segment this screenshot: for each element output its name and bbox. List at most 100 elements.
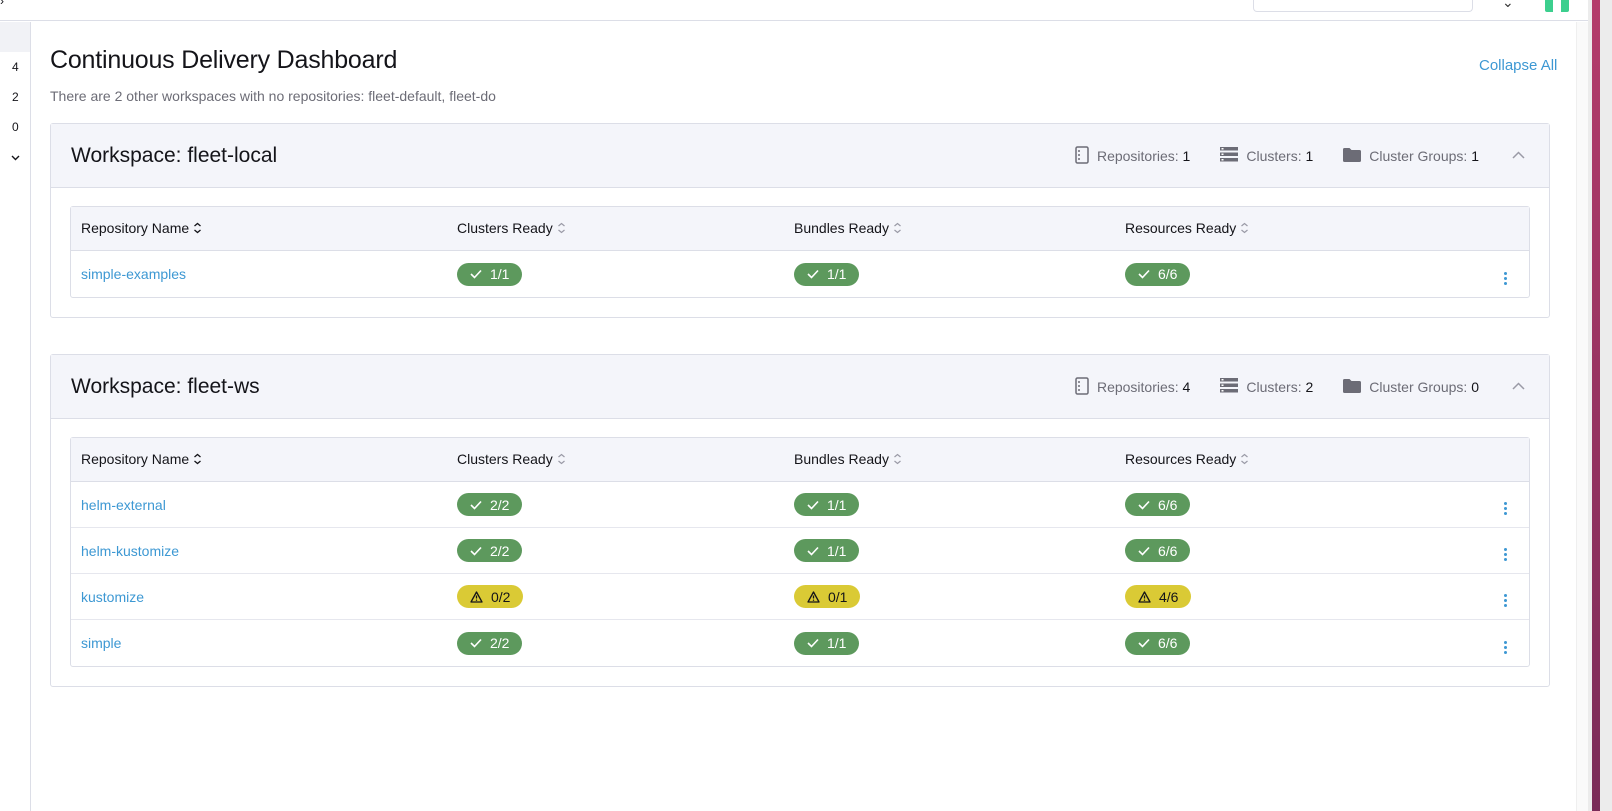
column-header-repository-name[interactable]: Repository Name (71, 207, 457, 251)
sort-icon[interactable] (893, 221, 902, 237)
check-icon (1138, 638, 1150, 648)
chevron-up-icon[interactable] (1509, 377, 1527, 395)
sort-icon[interactable] (1240, 452, 1249, 468)
table-header-row: Repository Name Clusters Ready Bundles R… (71, 438, 1529, 482)
kebab-menu-icon[interactable] (1498, 639, 1513, 656)
stat-value: 1 (1182, 148, 1191, 164)
kebab-menu-icon[interactable] (1498, 592, 1513, 609)
stat-clusters: Clusters: 1 (1220, 147, 1313, 165)
status-badge-text: 6/6 (1158, 542, 1178, 559)
status-badge-text: 1/1 (490, 266, 510, 282)
status-badge: 1/1 (794, 262, 860, 286)
table-cell: 1/1 (794, 251, 1125, 297)
folder-icon (1343, 147, 1362, 165)
status-badge-text: 0/1 (828, 588, 848, 605)
header-icon[interactable]: ⌄ (1502, 0, 1514, 11)
collapse-all-link[interactable]: Collapse All (1479, 57, 1557, 74)
workspace-title: Workspace: fleet-ws (71, 375, 260, 398)
check-icon (1138, 500, 1150, 510)
check-icon (470, 269, 482, 279)
table-cell: kustomize (71, 574, 457, 620)
workspace-stats: Repositories: 1 Clusters: 1 Cluster Grou… (1075, 124, 1479, 188)
workspace-header: Workspace: fleet-local Repositories: 1 C… (51, 124, 1549, 188)
chevron-up-icon[interactable] (1509, 146, 1527, 164)
table-cell: 6/6 (1125, 482, 1481, 528)
status-badge-text: 4/6 (1159, 588, 1179, 605)
rail-count: 2 (12, 90, 19, 104)
table-row: simple 2/2 1/1 6/6 (71, 620, 1529, 666)
kebab-menu-icon[interactable] (1498, 270, 1513, 287)
check-icon (807, 500, 819, 510)
repository-link[interactable]: simple-examples (81, 266, 186, 282)
status-badge: 6/6 (1125, 539, 1191, 562)
column-header-clusters-ready[interactable]: Clusters Ready (457, 207, 794, 251)
table-row: kustomize 0/2 0/1 4/6 (71, 574, 1529, 620)
table-cell: 1/1 (794, 528, 1125, 574)
column-header-actions (1481, 207, 1529, 251)
repository-icon (1075, 145, 1089, 167)
status-badge: 6/6 (1125, 631, 1191, 655)
check-icon (470, 638, 482, 648)
sort-icon[interactable] (193, 452, 202, 468)
page-title: Continuous Delivery Dashboard (50, 46, 398, 74)
stat-value: 2 (1305, 379, 1314, 395)
workspace-card: Workspace: fleet-ws Repositories: 4 Clus… (50, 354, 1550, 687)
stat-label: Cluster Groups: (1369, 379, 1468, 395)
column-header-label: Resources Ready (1125, 450, 1237, 467)
sort-icon[interactable] (557, 452, 566, 468)
repository-link[interactable]: simple (81, 635, 121, 651)
table-cell: 2/2 (457, 620, 794, 666)
table-cell: 2/2 (457, 482, 794, 528)
kebab-menu-icon[interactable] (1498, 500, 1513, 517)
table-cell: 2/2 (457, 528, 794, 574)
column-header-resources-ready[interactable]: Resources Ready (1125, 438, 1481, 482)
status-badge: 2/2 (457, 631, 523, 655)
column-header-bundles-ready[interactable]: Bundles Ready (794, 438, 1125, 482)
stat-label: Clusters: (1246, 148, 1302, 164)
repository-icon (1075, 376, 1089, 398)
sort-icon[interactable] (557, 221, 566, 237)
warning-icon (1138, 590, 1151, 603)
stat-value: 1 (1471, 148, 1479, 164)
column-header-bundles-ready[interactable]: Bundles Ready (794, 207, 1125, 251)
scrollbar[interactable] (1576, 22, 1588, 811)
repository-link[interactable]: helm-kustomize (81, 543, 179, 559)
repository-table: Repository Name Clusters Ready Bundles R… (70, 206, 1530, 298)
cluster-list-icon (1220, 147, 1239, 165)
column-header-resources-ready[interactable]: Resources Ready (1125, 207, 1481, 251)
stat-cluster-groups: Cluster Groups: 0 (1343, 378, 1479, 396)
stat-label: Clusters: (1246, 379, 1302, 395)
folder-icon (1343, 378, 1362, 396)
column-header-label: Clusters Ready (457, 219, 553, 236)
rail-count: 4 (12, 60, 19, 74)
rail-expand-icon[interactable] (11, 152, 20, 164)
column-header-label: Bundles Ready (794, 450, 889, 467)
table-cell: simple-examples (71, 251, 457, 297)
workspace-body: Repository Name Clusters Ready Bundles R… (51, 419, 1549, 686)
table-cell: 1/1 (794, 482, 1125, 528)
column-header-repository-name[interactable]: Repository Name (71, 438, 457, 482)
avatar[interactable] (1545, 0, 1569, 12)
status-badge-text: 1/1 (827, 635, 847, 651)
sort-icon[interactable] (193, 221, 202, 237)
left-rail: 4 2 0 (0, 22, 31, 811)
column-header-label: Clusters Ready (457, 450, 553, 467)
stat-label: Repositories: (1096, 148, 1179, 164)
repository-link[interactable]: kustomize (81, 589, 144, 605)
table-cell: helm-kustomize (71, 528, 457, 574)
sort-icon[interactable] (893, 452, 902, 468)
table-cell: 4/6 (1125, 574, 1481, 620)
repository-link[interactable]: helm-external (81, 497, 166, 513)
workspace-body: Repository Name Clusters Ready Bundles R… (51, 188, 1549, 317)
table-cell (1481, 251, 1529, 297)
column-header-clusters-ready[interactable]: Clusters Ready (457, 438, 794, 482)
sort-icon[interactable] (1240, 221, 1249, 237)
workspace-card: Workspace: fleet-local Repositories: 1 C… (50, 123, 1550, 318)
check-icon (807, 638, 819, 648)
kebab-menu-icon[interactable] (1498, 546, 1513, 563)
header-search-input[interactable] (1253, 0, 1473, 12)
table-row: helm-kustomize 2/2 1/1 6/6 (71, 528, 1529, 574)
table-row: helm-external 2/2 1/1 6/6 (71, 482, 1529, 528)
workspace-header: Workspace: fleet-ws Repositories: 4 Clus… (51, 355, 1549, 419)
status-badge: 2/2 (457, 539, 523, 562)
